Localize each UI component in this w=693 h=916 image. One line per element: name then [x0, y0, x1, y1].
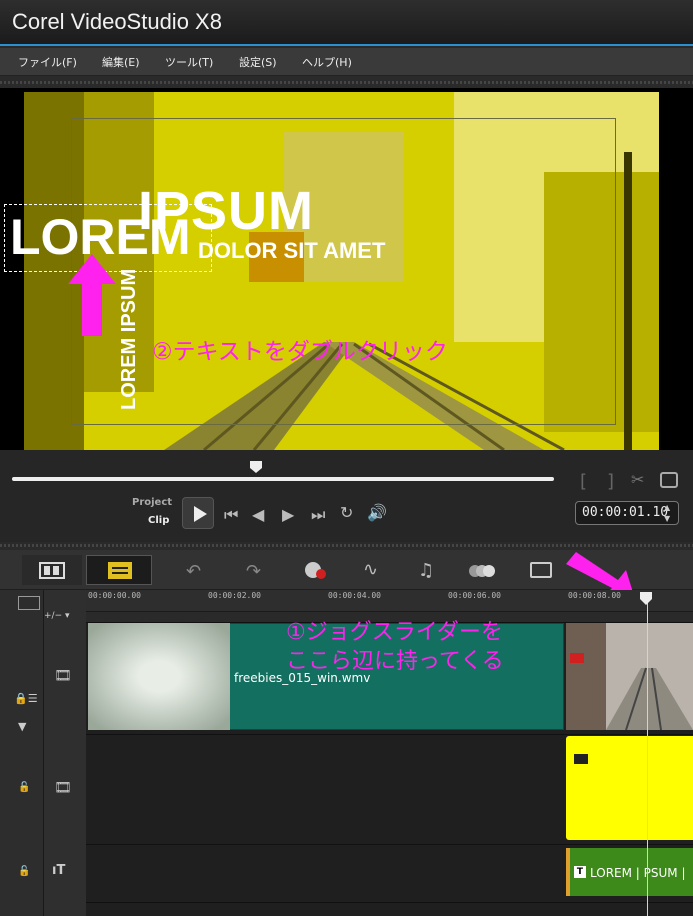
photo-clip[interactable]: [566, 623, 693, 731]
ruler-tick: 00:00:06.00: [448, 591, 501, 600]
subtitle-editor-icon[interactable]: [530, 562, 552, 578]
title-text-dolor[interactable]: DOLOR SIT AMET: [198, 238, 385, 264]
play-icon: [194, 506, 207, 522]
scrub-bar[interactable]: [12, 477, 554, 481]
jog-slider[interactable]: [640, 592, 652, 605]
lock-icon[interactable]: 🔓: [18, 866, 30, 877]
title-text-vertical[interactable]: LOREM IPSUM: [118, 269, 141, 410]
annotation-line: ①ジョグスライダーを: [286, 620, 503, 645]
clip-label[interactable]: Clip: [148, 515, 169, 526]
annotation-line: ここら辺に持ってくる: [286, 649, 504, 674]
ruler-tick: 00:00:08.00: [568, 591, 621, 600]
volume-icon[interactable]: 🔊: [367, 503, 387, 522]
undo-icon[interactable]: ↶: [186, 561, 201, 582]
home-icon[interactable]: ⏮: [224, 505, 238, 525]
menu-file[interactable]: ファイル(F): [18, 54, 77, 70]
auto-music-icon[interactable]: ♫: [418, 560, 434, 581]
up-arrow-annotation: [68, 254, 116, 336]
overlay-color-clip[interactable]: [566, 736, 693, 840]
zoom-control[interactable]: +/− ▾: [44, 611, 70, 621]
annotation-double-click: ②テキストをダブルクリック: [152, 339, 448, 365]
redo-icon[interactable]: ↷: [246, 561, 261, 582]
previous-frame-icon[interactable]: ◀: [252, 505, 264, 524]
track-manager-icon[interactable]: [18, 596, 40, 610]
title-track-icon[interactable]: ıT: [52, 863, 65, 878]
video-track-icon[interactable]: 🎞: [54, 668, 72, 684]
timeline-view-button[interactable]: [86, 555, 152, 585]
project-label[interactable]: Project: [132, 497, 172, 508]
storyboard-view-button[interactable]: [22, 555, 82, 585]
repeat-icon[interactable]: ↻: [340, 503, 353, 522]
overlay-track-icon[interactable]: 🎞: [54, 780, 72, 796]
app-title: Corel VideoStudio X8: [12, 9, 222, 34]
next-frame-icon[interactable]: ▶: [282, 505, 294, 524]
sound-mixer-icon[interactable]: ∿: [363, 559, 378, 580]
title-clip-icon: T: [574, 866, 586, 878]
record-capture-icon[interactable]: [304, 561, 326, 581]
mark-in-icon[interactable]: [: [580, 471, 587, 492]
menu-help[interactable]: ヘルプ(H): [302, 54, 352, 70]
ripple-editing-icon[interactable]: 🔒☰: [14, 692, 38, 705]
timecode-stepper[interactable]: ▲ ▼: [664, 502, 670, 524]
menu-tools[interactable]: ツール(T): [165, 54, 213, 70]
ruler-tick: 00:00:00.00: [88, 591, 141, 600]
panel-grip[interactable]: [0, 81, 693, 84]
motion-tracking-icon[interactable]: [468, 563, 496, 579]
panel-grip[interactable]: [0, 544, 693, 547]
timeline-icon: [108, 562, 132, 579]
mark-out-icon[interactable]: ]: [607, 471, 614, 492]
menu-settings[interactable]: 設定(S): [239, 54, 277, 70]
scrub-thumb[interactable]: [249, 461, 262, 473]
ruler-tick: 00:00:04.00: [328, 591, 381, 600]
chevron-down-icon[interactable]: ▼: [18, 720, 26, 733]
voice-track[interactable]: [44, 902, 693, 916]
video-clip-thumbnail: [88, 623, 230, 730]
photo-thumbnail: [566, 623, 693, 731]
menu-edit[interactable]: 編集(E): [102, 54, 140, 70]
lock-icon[interactable]: 🔓: [18, 782, 30, 793]
annotation-jog-slider: ①ジョグスライダーを ここら辺に持ってくる: [286, 618, 504, 676]
ruler-tick: 00:00:02.00: [208, 591, 261, 600]
title-clip-label: LOREM | PSUM |: [590, 866, 686, 880]
clip-type-icon: [574, 754, 588, 764]
play-button[interactable]: [182, 497, 214, 529]
enlarge-icon[interactable]: [660, 472, 678, 488]
filmstrip-icon: [39, 562, 65, 579]
playhead-line: [647, 603, 648, 916]
end-icon[interactable]: ⏭: [311, 505, 325, 525]
scissors-icon[interactable]: ✂: [631, 470, 644, 489]
playback-controls: [0, 450, 693, 542]
